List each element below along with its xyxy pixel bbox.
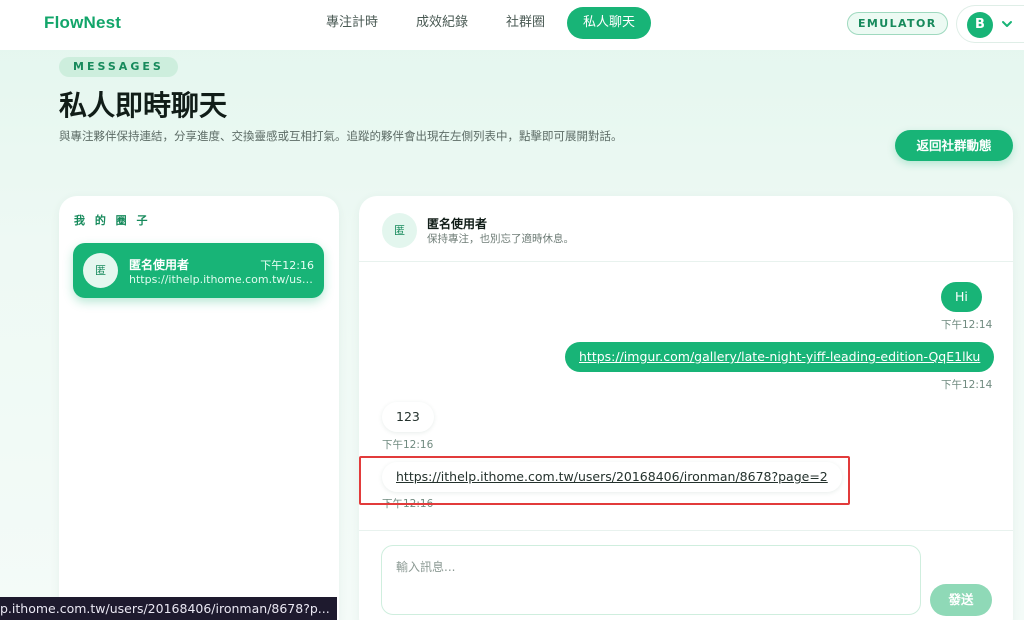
top-nav-bar: FlowNest 專注計時 成效紀錄 社群圈 私人聊天 EMULATOR B: [0, 0, 1024, 50]
page-title: 私人即時聊天: [59, 89, 228, 122]
avatar: B: [967, 12, 993, 38]
divider: [359, 530, 1013, 531]
my-circle-panel: 我 的 圈 子 匿 匿名使用者 下午12:16 https://ithelp.i…: [59, 196, 339, 620]
avatar: 匿: [382, 213, 417, 248]
nav-item-records[interactable]: 成效紀錄: [400, 7, 484, 39]
emulator-badge: EMULATOR: [847, 12, 948, 35]
back-to-feed-button[interactable]: 返回社群動態: [895, 130, 1013, 161]
nav-item-community[interactable]: 社群圈: [490, 7, 561, 39]
message-timestamp: 下午12:14: [941, 319, 993, 331]
message-timestamp: 下午12:16: [382, 439, 434, 451]
message-text: 123: [396, 409, 420, 424]
message-bubble-outgoing: Hi: [941, 282, 982, 312]
page-subtitle: 與專注夥伴保持連結，分享進度、交換靈感或互相打氣。追蹤的夥伴會出現在左側列表中，…: [59, 129, 623, 143]
message-composer[interactable]: 輸入訊息...: [381, 545, 921, 615]
browser-status-url: p.ithome.com.tw/users/20168406/ironman/8…: [0, 597, 337, 620]
conversation-time: 下午12:16: [260, 259, 314, 272]
section-eyebrow: MESSAGES: [59, 57, 178, 77]
nav-item-focus-timer[interactable]: 專注計時: [310, 7, 394, 39]
conversation-item[interactable]: 匿 匿名使用者 下午12:16 https://ithelp.ithome.co…: [73, 243, 324, 298]
chevron-down-icon: [1002, 21, 1012, 27]
nav-item-private-chat[interactable]: 私人聊天: [567, 7, 652, 39]
avatar: 匿: [83, 253, 118, 288]
main-nav: 專注計時 成效紀錄 社群圈 私人聊天: [310, 7, 652, 39]
chat-header: 匿 匿名使用者 保持專注，也別忘了適時休息。: [359, 196, 1013, 262]
message-text: Hi: [955, 289, 968, 304]
annotation-highlight-box: [359, 456, 850, 505]
chat-partner-status: 保持專注，也別忘了適時休息。: [427, 233, 574, 245]
brand-logo[interactable]: FlowNest: [44, 13, 121, 33]
chat-panel: 匿 匿名使用者 保持專注，也別忘了適時休息。 Hi 下午12:14 https:…: [359, 196, 1013, 620]
my-circle-heading: 我 的 圈 子: [74, 214, 151, 227]
user-menu-button[interactable]: B: [956, 5, 1024, 43]
message-link[interactable]: https://imgur.com/gallery/late-night-yif…: [579, 349, 980, 364]
message-bubble-incoming: 123: [382, 402, 434, 432]
conversation-preview: https://ithelp.ithome.com.tw/users/20168…: [129, 273, 317, 286]
message-input[interactable]: 輸入訊息...: [396, 558, 896, 575]
conversation-name: 匿名使用者: [129, 258, 190, 272]
message-bubble-outgoing: https://imgur.com/gallery/late-night-yif…: [565, 342, 995, 372]
send-button[interactable]: 發送: [930, 584, 992, 616]
message-timestamp: 下午12:14: [941, 379, 993, 391]
chat-partner-name: 匿名使用者: [427, 217, 488, 231]
